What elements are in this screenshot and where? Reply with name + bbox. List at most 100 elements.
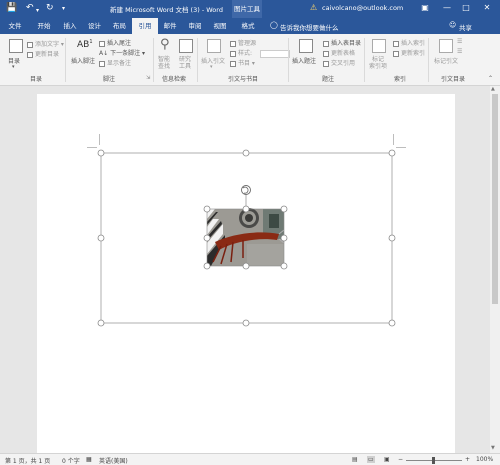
update-index-button: 更新索引 — [393, 48, 425, 57]
zoom-in-button[interactable]: + — [465, 456, 470, 463]
save-icon[interactable]: 💾 — [6, 3, 17, 14]
inserted-picture — [207, 208, 285, 266]
insert-caption-icon[interactable] — [299, 39, 313, 53]
tell-me-search[interactable]: 告诉我你想要做什么 — [280, 22, 339, 32]
zoom-level[interactable]: 100% — [476, 456, 493, 463]
vertical-scrollbar[interactable]: ▲ ▼ — [490, 86, 500, 453]
cross-reference-label: 交叉引用 — [331, 60, 356, 67]
ribbon-separator — [428, 38, 429, 82]
picture-resize-handle — [242, 262, 250, 270]
toc-dropdown-icon[interactable]: ▾ — [12, 64, 15, 70]
bibliography-button: 书目 ▾ — [230, 58, 255, 67]
redo-icon[interactable]: ↻ — [46, 3, 54, 14]
person-icon: ☺ — [449, 21, 457, 29]
insert-index-label: 插入索引 — [401, 40, 426, 47]
tab-mailings[interactable]: 邮件 — [158, 18, 182, 34]
language[interactable]: 英语(美国) — [99, 456, 128, 465]
scrollbar-thumb[interactable] — [492, 94, 498, 304]
picture-resize-handle — [280, 205, 288, 213]
cross-reference-icon — [323, 60, 329, 67]
lightbulb-icon: ◯ — [270, 21, 278, 29]
tab-layout[interactable]: 布局 — [107, 18, 132, 34]
table-of-figures-icon — [323, 40, 329, 47]
smart-lookup-button: 智能 查找 — [158, 56, 171, 70]
drawing-canvas[interactable] — [37, 94, 455, 453]
insert-citation-button: 插入引文 — [201, 58, 226, 65]
canvas-resize-handle — [242, 149, 250, 157]
minimize-button[interactable]: — — [440, 3, 454, 12]
add-text-icon — [27, 41, 33, 48]
table-of-contents-icon[interactable] — [9, 39, 23, 53]
next-footnote-button[interactable]: A↓ 下一条脚注 ▾ — [99, 48, 145, 57]
researcher-icon[interactable] — [179, 39, 193, 53]
window-title: 新建 Microsoft Word 文档 (3) - Word — [110, 6, 223, 14]
mark-citation-button: 标记引文 — [434, 58, 459, 65]
tab-file[interactable]: 文件 — [0, 18, 30, 34]
update-table-icon — [323, 50, 329, 57]
tab-view[interactable]: 视图 — [208, 18, 232, 34]
insert-caption-button[interactable]: 插入题注 — [292, 56, 316, 65]
document-area — [0, 86, 490, 453]
maximize-button[interactable]: □ — [459, 3, 473, 12]
customize-quick-access-icon[interactable]: ▾ — [62, 3, 65, 14]
ribbon-separator — [197, 38, 198, 82]
zoom-out-button[interactable]: − — [398, 456, 403, 463]
undo-icon[interactable]: ↶ — [26, 3, 34, 14]
scroll-up-icon[interactable]: ▲ — [491, 86, 495, 92]
zoom-slider-thumb[interactable] — [432, 457, 435, 464]
ribbon-separator — [65, 38, 66, 82]
update-index-label: 更新索引 — [401, 50, 426, 57]
insert-endnote-button[interactable]: 插入尾注 — [99, 38, 131, 47]
tab-insert[interactable]: 插入 — [58, 18, 82, 34]
insert-footnote-icon[interactable]: AB1 — [77, 39, 93, 50]
update-index-icon — [393, 50, 399, 57]
insert-citation-icon — [207, 39, 221, 53]
read-mode-icon[interactable]: ▤ — [352, 456, 358, 463]
word-count[interactable]: 0 个字 — [62, 456, 80, 465]
tab-review[interactable]: 审阅 — [182, 18, 208, 34]
ribbon-display-icon[interactable]: ▣ — [418, 3, 432, 12]
researcher-button: 研究 工具 — [179, 56, 192, 70]
tab-design[interactable]: 设计 — [82, 18, 107, 34]
insert-index-button: 插入索引 — [393, 38, 425, 47]
undo-dropdown-icon[interactable]: ▾ — [36, 5, 39, 16]
smart-lookup-icon[interactable]: ⚲ — [160, 37, 170, 52]
page-count[interactable]: 第 1 页，共 1 页 — [5, 456, 50, 465]
next-footnote-label: 下一条脚注 — [110, 50, 141, 57]
close-button[interactable]: ✕ — [480, 3, 494, 12]
warning-icon[interactable]: ⚠ — [310, 3, 317, 12]
tab-references[interactable]: 引用 — [132, 18, 158, 34]
update-toc-button: 更新目录 — [27, 49, 59, 58]
share-button[interactable]: 共享 — [459, 22, 472, 32]
show-notes-icon — [99, 60, 105, 67]
group-label-authorities: 引文目录 — [441, 76, 466, 83]
group-label-footnotes: 脚注 — [103, 76, 116, 83]
show-notes-button: 显示备注 — [99, 58, 131, 67]
scroll-down-icon[interactable]: ▼ — [491, 445, 495, 451]
group-label-toc: 目录 — [30, 76, 43, 83]
ribbon-tabs: 文件 开始 插入 设计 布局 引用 邮件 审阅 视图 格式 ◯ 告诉我你想要做什… — [0, 18, 500, 34]
update-toc-icon — [27, 51, 33, 58]
update-table-button: 更新表格 — [323, 48, 355, 57]
insert-footnote-button[interactable]: 插入脚注 — [71, 56, 95, 65]
print-layout-icon[interactable]: ▭ — [367, 456, 375, 463]
mark-entry-button: 标记 索引项 — [369, 56, 388, 70]
web-layout-icon[interactable]: ▣ — [384, 456, 390, 463]
cross-reference-button: 交叉引用 — [323, 58, 355, 67]
canvas-resize-handle — [388, 149, 396, 157]
canvas-resize-handle — [388, 234, 396, 242]
document-page[interactable] — [37, 94, 455, 453]
collapse-ribbon-icon[interactable]: ⌃ — [488, 75, 493, 82]
group-label-index: 索引 — [394, 76, 407, 83]
bibliography-icon — [230, 60, 236, 67]
tab-format[interactable]: 格式 — [234, 18, 262, 34]
insert-table-of-figures-button[interactable]: 插入表目录 — [323, 38, 361, 47]
update-table-label: 更新表格 — [331, 50, 356, 57]
context-tool-group-label: 图片工具 — [232, 0, 262, 18]
footnotes-dialog-launcher-icon[interactable]: ⇲ — [146, 75, 150, 81]
status-bar: 第 1 页，共 1 页 0 个字 ▦ 英语(美国) ▤ ▭ ▣ − + 100% — [0, 453, 500, 465]
account-name[interactable]: caivolcano@outlook.com — [322, 4, 403, 12]
picture-resize-handle — [280, 262, 288, 270]
proofing-icon[interactable]: ▦ — [86, 456, 92, 463]
tab-home[interactable]: 开始 — [30, 18, 58, 34]
